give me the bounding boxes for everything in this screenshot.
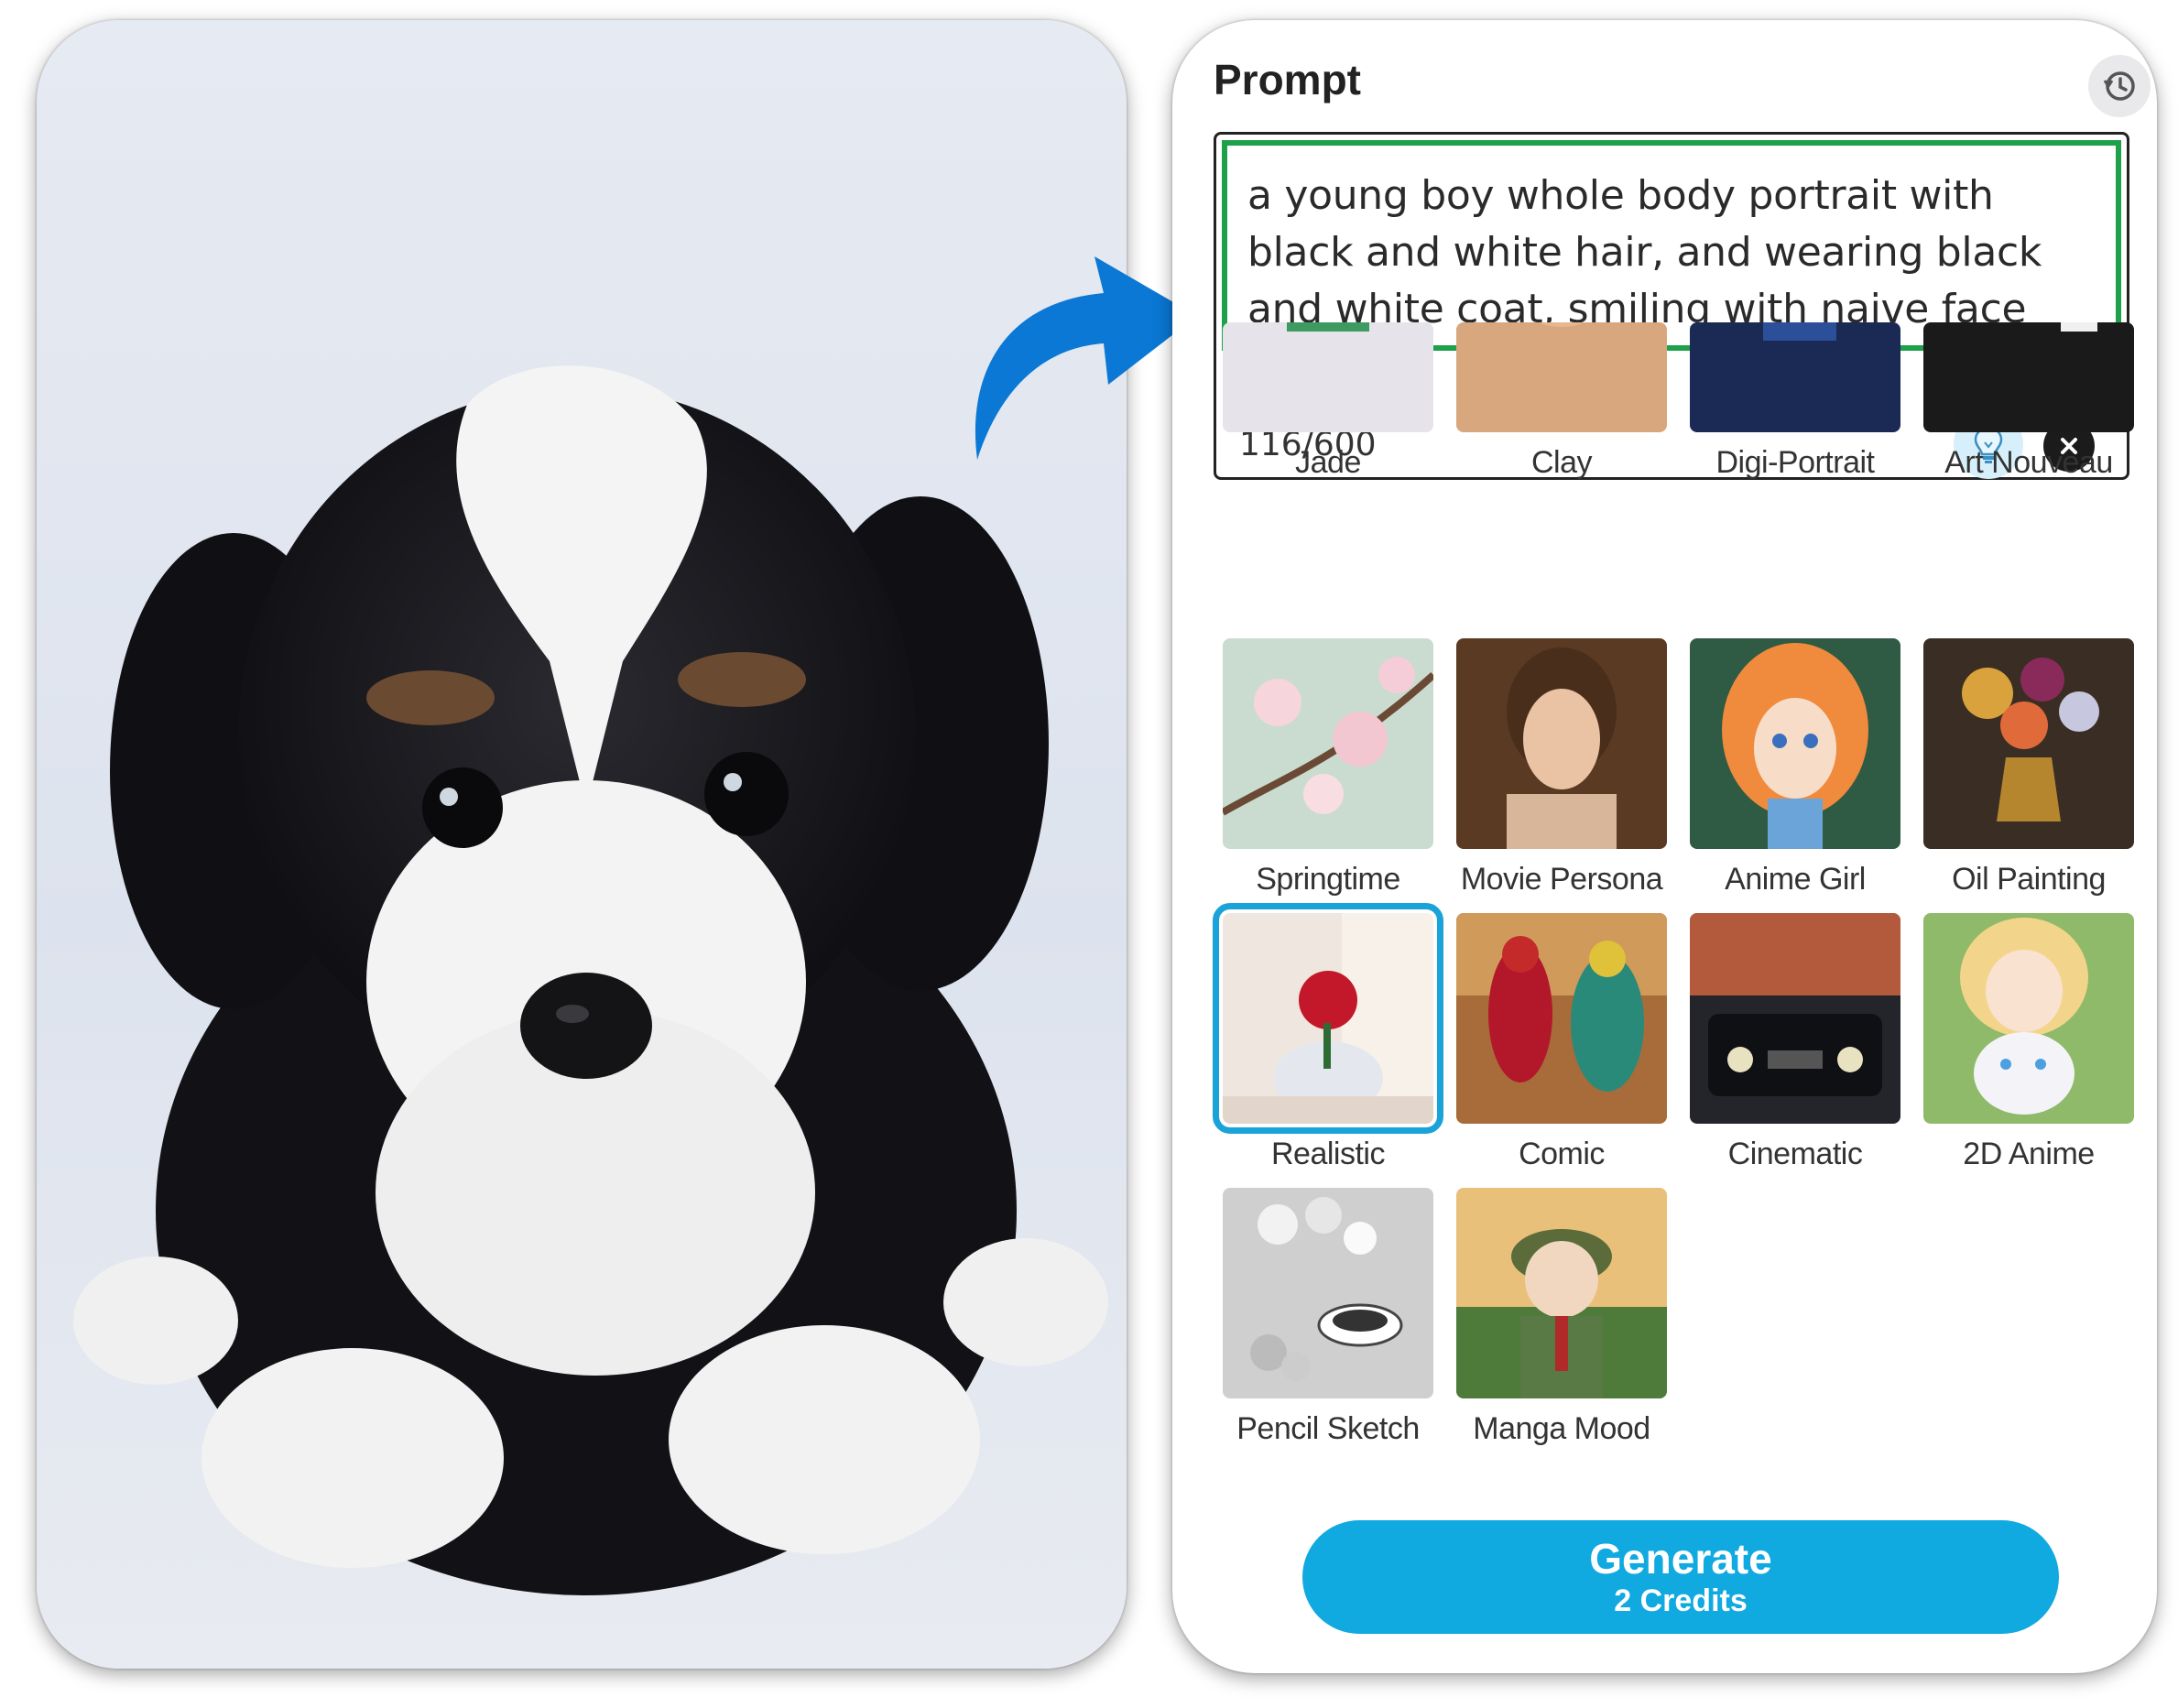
style-option-oil-painting[interactable]: Oil Painting bbox=[1923, 638, 2134, 898]
style-label: Movie Persona bbox=[1460, 862, 1663, 897]
style-option-manga-mood[interactable]: Manga Mood bbox=[1456, 1188, 1667, 1447]
style-thumbnail bbox=[1923, 913, 2134, 1124]
style-option-art-nouveau[interactable]: Art Nouveau bbox=[1923, 322, 2134, 481]
style-option-realistic[interactable]: Realistic bbox=[1213, 903, 1443, 1172]
prompt-heading: Prompt bbox=[1214, 56, 1361, 103]
style-option-cinematic[interactable]: Cinematic bbox=[1690, 913, 1900, 1172]
style-thumbnail bbox=[1456, 322, 1667, 432]
style-thumbnail bbox=[1456, 638, 1667, 849]
style-label: Cinematic bbox=[1727, 1137, 1863, 1171]
generate-label: Generate bbox=[1589, 1535, 1772, 1583]
style-thumbnail bbox=[1690, 322, 1900, 432]
style-thumbnail bbox=[1456, 1188, 1667, 1398]
style-thumbnail bbox=[1213, 903, 1443, 1134]
style-thumbnail bbox=[1223, 638, 1433, 849]
style-label: Comic bbox=[1519, 1137, 1605, 1171]
style-thumbnail bbox=[1223, 322, 1433, 432]
style-label: Art Nouveau bbox=[1944, 445, 2113, 480]
history-button[interactable] bbox=[2088, 55, 2151, 117]
style-label: Jade bbox=[1295, 445, 1361, 480]
style-option-clay[interactable]: Clay bbox=[1456, 322, 1667, 481]
style-thumbnail bbox=[1690, 913, 1900, 1124]
style-option-anime-girl[interactable]: Anime Girl bbox=[1690, 638, 1900, 898]
style-label: Manga Mood bbox=[1473, 1411, 1650, 1446]
style-label: Anime Girl bbox=[1725, 862, 1866, 897]
style-option-springtime[interactable]: Springtime bbox=[1223, 638, 1433, 898]
style-label: Oil Painting bbox=[1952, 862, 2106, 897]
generate-button[interactable]: Generate 2 Credits bbox=[1302, 1520, 2059, 1634]
style-option-movie-persona[interactable]: Movie Persona bbox=[1456, 638, 1667, 898]
style-thumbnail bbox=[1923, 638, 2134, 849]
style-label: 2D Anime bbox=[1963, 1137, 2095, 1171]
credits-label: 2 Credits bbox=[1614, 1583, 1748, 1618]
style-label: Digi-Portrait bbox=[1715, 445, 1875, 480]
history-clock-icon bbox=[2103, 71, 2135, 101]
style-option-digi-portrait[interactable]: Digi-Portrait bbox=[1690, 322, 1900, 481]
style-option-pencil-sketch[interactable]: Pencil Sketch bbox=[1223, 1188, 1433, 1447]
style-option-comic[interactable]: Comic bbox=[1456, 913, 1667, 1172]
prompt-textarea[interactable]: a young boy whole body portrait with bla… bbox=[1222, 140, 2121, 351]
style-thumbnail bbox=[1223, 1188, 1433, 1398]
style-label: Pencil Sketch bbox=[1236, 1411, 1420, 1446]
style-label: Clay bbox=[1530, 445, 1593, 480]
style-option-jade[interactable]: Jade bbox=[1223, 322, 1433, 481]
style-label: Springtime bbox=[1256, 862, 1400, 897]
style-thumbnail bbox=[1456, 913, 1667, 1124]
style-thumbnail bbox=[1923, 322, 2134, 432]
style-label: Realistic bbox=[1271, 1137, 1385, 1171]
style-option-2d-anime[interactable]: 2D Anime bbox=[1923, 913, 2134, 1172]
style-thumbnail bbox=[1690, 638, 1900, 849]
style-generator-panel: Prompt a young boy whole body portrait w… bbox=[1172, 20, 2157, 1673]
